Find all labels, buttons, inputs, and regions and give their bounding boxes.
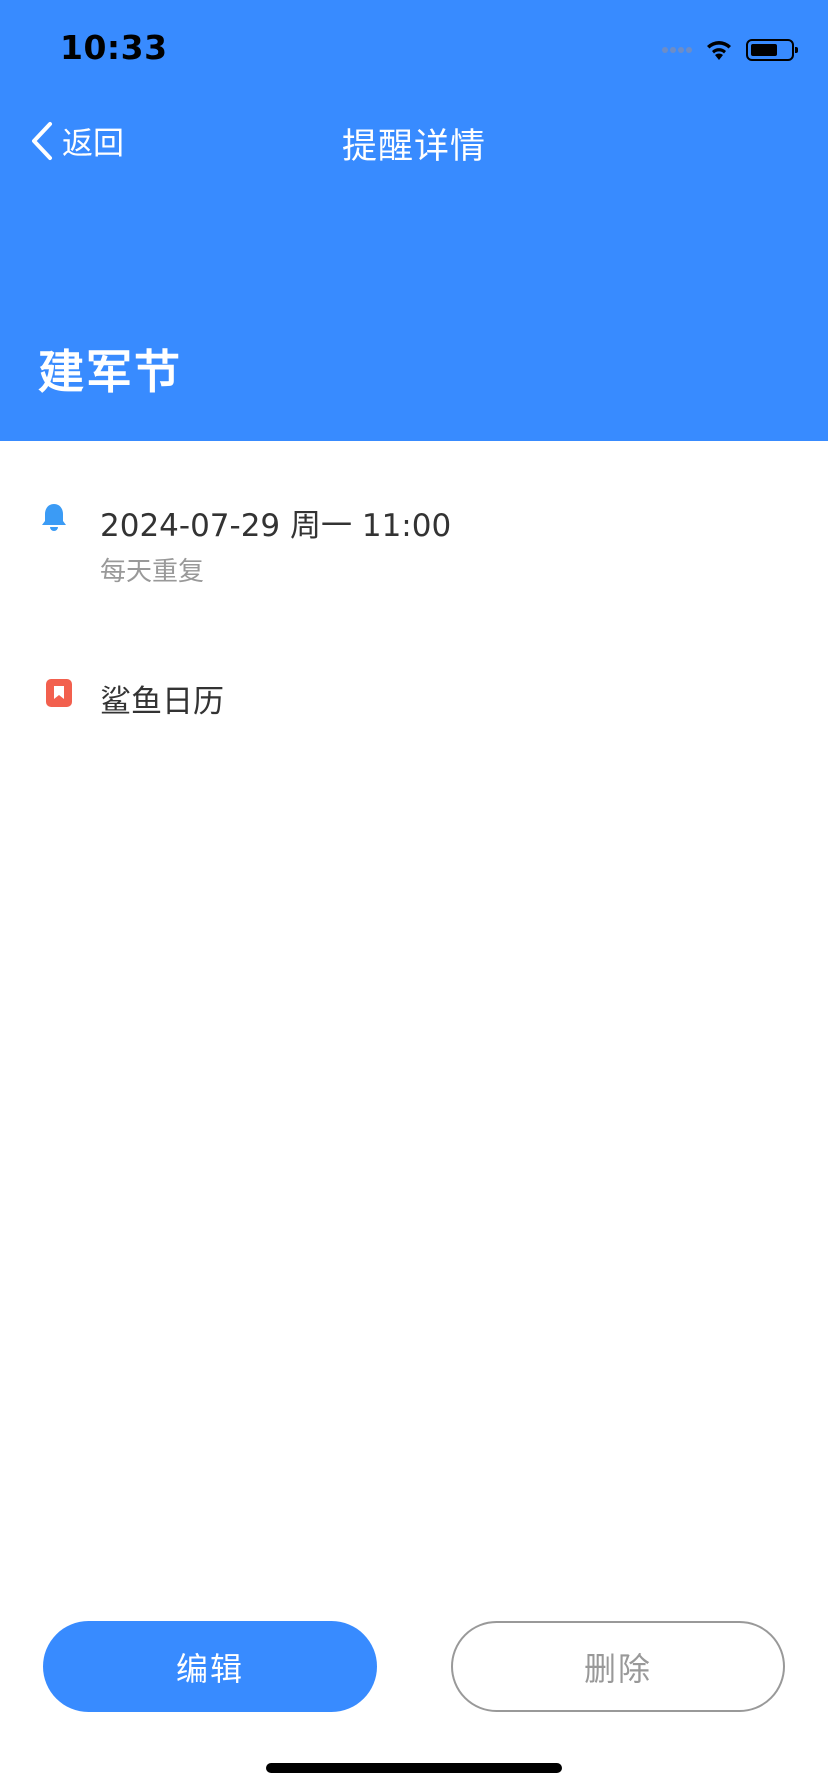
status-time: 10:33 bbox=[60, 28, 168, 67]
battery-icon bbox=[746, 39, 798, 61]
status-indicators bbox=[662, 36, 798, 64]
bookmark-icon bbox=[46, 679, 72, 707]
reminder-datetime: 2024-07-29 周一 11:00 bbox=[100, 508, 452, 544]
header: 10:33 返回 提醒详情 建军节 bbox=[0, 0, 828, 441]
home-indicator[interactable] bbox=[266, 1763, 562, 1773]
bell-icon bbox=[42, 504, 66, 531]
reminder-repeat: 每天重复 bbox=[100, 557, 205, 587]
delete-button[interactable]: 删除 bbox=[451, 1621, 785, 1712]
edit-button[interactable]: 编辑 bbox=[43, 1621, 377, 1712]
event-title: 建军节 bbox=[38, 345, 182, 399]
calendar-name: 鲨鱼日历 bbox=[100, 684, 224, 720]
page-title: 提醒详情 bbox=[341, 127, 486, 167]
signal-icon bbox=[662, 47, 694, 53]
wifi-icon bbox=[707, 41, 731, 60]
reminder-detail-screen: 10:33 返回 提醒详情 建军节 2024-07-29 周一 11:00 每天… bbox=[0, 0, 828, 1792]
